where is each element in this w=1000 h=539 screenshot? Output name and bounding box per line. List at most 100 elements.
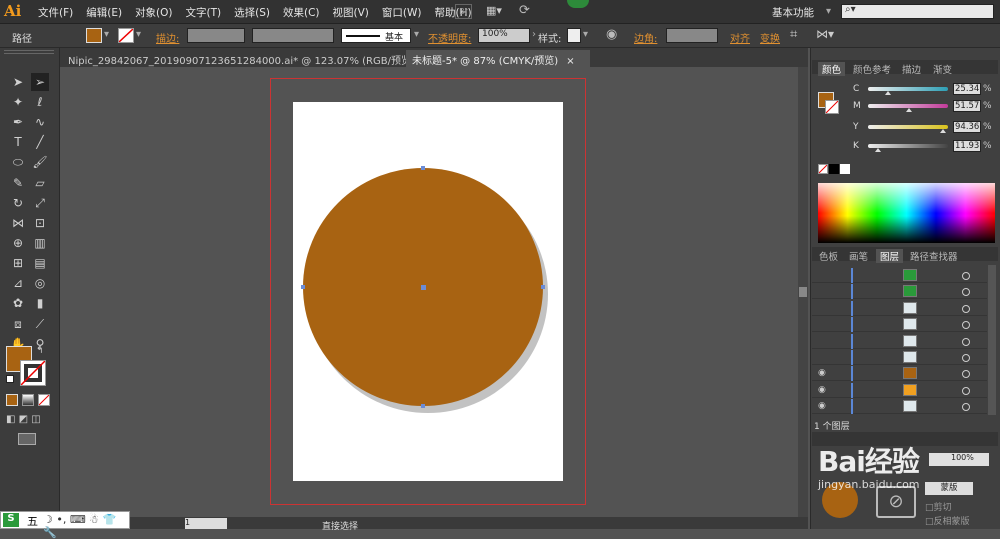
layer-row[interactable] [812, 317, 987, 333]
type-icon[interactable]: T [9, 133, 27, 151]
stroke-weight-field[interactable] [187, 28, 245, 43]
isolate-icon[interactable]: ⌗ [790, 27, 797, 42]
clip-checkbox[interactable]: □剪切 [925, 500, 952, 513]
panel-stroke-swatch[interactable] [825, 100, 839, 114]
eye-icon[interactable]: ◉ [818, 385, 826, 395]
tab-layers[interactable]: 图层 [876, 249, 904, 263]
sogou-icon[interactable]: S [3, 513, 19, 527]
menu-type[interactable]: 文字(T) [186, 5, 222, 20]
opacity-field[interactable]: 100% [478, 28, 530, 43]
layer-row[interactable] [812, 284, 987, 300]
lasso-icon[interactable]: ℓ [31, 93, 49, 111]
target-icon[interactable] [962, 354, 970, 362]
recolor-icon[interactable]: ◉ [606, 27, 617, 42]
arrange-documents-icon[interactable]: ▦▾ [486, 4, 508, 19]
channel-slider[interactable] [868, 125, 948, 129]
align-link[interactable]: 对齐 [730, 30, 750, 45]
direct-select-icon[interactable]: ➢ [31, 73, 49, 91]
black-swatch[interactable] [829, 164, 839, 174]
brush-profile-field[interactable]: 基本 [341, 28, 411, 43]
layer-row[interactable] [812, 350, 987, 365]
vertical-scrollbar[interactable] [798, 67, 808, 517]
shape-builder-icon[interactable]: ⊕ [9, 234, 27, 252]
make-mask-button[interactable]: 蒙版 [925, 482, 973, 495]
slider-thumb[interactable] [874, 148, 881, 152]
corner-label[interactable]: 边角: [634, 30, 657, 45]
scale-icon[interactable]: ⤢ [31, 194, 49, 212]
slider-thumb[interactable] [940, 129, 947, 133]
layer-row[interactable] [812, 268, 987, 283]
transparency-opacity-field[interactable]: 100% [929, 453, 989, 466]
mesh-icon[interactable]: ⊞ [9, 254, 27, 272]
chevron-down-icon[interactable]: ▾ [583, 29, 588, 40]
fill-swatch[interactable] [86, 28, 102, 43]
pen-icon[interactable]: ✒ [9, 113, 27, 131]
color-mode-icon[interactable] [6, 394, 18, 406]
layer-row[interactable] [812, 383, 987, 398]
stroke-label[interactable]: 描边: [156, 30, 179, 45]
paintbrush-icon[interactable]: 🖌 [31, 153, 49, 171]
swap-colors-icon[interactable]: ↰ [36, 346, 44, 356]
anchor-point[interactable] [541, 285, 545, 289]
none-swatch[interactable] [818, 164, 828, 174]
bridge-button[interactable]: Br [455, 4, 472, 19]
chevron-down-icon[interactable]: ▾ [414, 29, 419, 40]
draw-mode-icons[interactable]: ◧ ◩ ◫ [6, 414, 52, 425]
channel-value-input[interactable]: 51.57 [953, 100, 981, 112]
stroke-swatch[interactable] [118, 28, 134, 43]
artboard-number-field[interactable]: 1 [185, 518, 227, 529]
tab-color[interactable]: 颜色 [818, 62, 846, 76]
channel-slider[interactable] [868, 87, 948, 91]
column-graph-icon[interactable]: ▮ [31, 294, 49, 312]
target-icon[interactable] [962, 304, 970, 313]
width-icon[interactable]: ⋈ [9, 214, 27, 232]
slice-icon[interactable]: ⟋ [31, 315, 49, 333]
tab-pathfinder[interactable]: 路径查找器 [906, 249, 962, 263]
ellipse-icon[interactable]: ⬭ [9, 153, 27, 171]
menu-edit[interactable]: 编辑(E) [86, 5, 122, 20]
target-icon[interactable] [962, 272, 970, 280]
eraser-icon[interactable]: ▱ [31, 174, 49, 192]
anchor-point[interactable] [421, 404, 425, 408]
menu-view[interactable]: 视图(V) [333, 5, 369, 20]
tab-swatches[interactable]: 色板 [815, 249, 842, 263]
channel-value-input[interactable]: 25.34 [953, 83, 981, 95]
symbol-sprayer-icon[interactable]: ✿ [9, 294, 27, 312]
channel-value-input[interactable]: 11.93 [953, 140, 981, 152]
layer-row[interactable] [812, 334, 987, 349]
tab-stroke[interactable]: 描边 [898, 62, 925, 76]
slider-thumb[interactable] [885, 91, 892, 95]
tab-gradient[interactable]: 渐变 [929, 62, 956, 76]
stroke-color-swatch[interactable] [20, 360, 46, 386]
center-point[interactable] [421, 285, 426, 290]
chevron-down-icon[interactable]: ▾ [826, 6, 836, 17]
anchor-point[interactable] [421, 166, 425, 170]
artboard-icon[interactable]: ⧈ [9, 315, 27, 333]
menu-select[interactable]: 选择(S) [234, 5, 270, 20]
workspace-switcher[interactable]: 基本功能 [772, 5, 814, 20]
magic-wand-icon[interactable]: ✦ [9, 93, 27, 111]
blend-icon[interactable]: ◎ [31, 274, 49, 292]
menu-file[interactable]: 文件(F) [38, 5, 73, 20]
menu-effect[interactable]: 效果(C) [283, 5, 320, 20]
chevron-down-icon[interactable]: ▾ [104, 29, 109, 40]
document-tab[interactable]: Nipic_29842067_20190907123651284000.ai* … [62, 50, 432, 67]
options-icon[interactable]: ⋈▾ [816, 27, 834, 41]
white-swatch[interactable] [840, 164, 850, 174]
eye-icon[interactable]: ◉ [818, 368, 826, 378]
anchor-point[interactable] [301, 285, 305, 289]
scroll-thumb[interactable] [799, 287, 807, 297]
rotate-icon[interactable]: ↻ [9, 194, 27, 212]
layer-row[interactable] [812, 366, 987, 382]
variable-width-field[interactable] [252, 28, 334, 43]
pencil-icon[interactable]: ✎ [9, 174, 27, 192]
transform-link[interactable]: 变换 [760, 30, 780, 45]
chevron-right-icon[interactable]: › [532, 29, 536, 40]
curvature-icon[interactable]: ∿ [31, 113, 49, 131]
tab-brushes[interactable]: 画笔 [845, 249, 872, 263]
corner-radius-field[interactable] [666, 28, 718, 43]
channel-value-input[interactable]: 94.36 [953, 121, 981, 133]
style-swatch[interactable] [567, 28, 581, 43]
eye-icon[interactable]: ◉ [818, 401, 826, 411]
chevron-down-icon[interactable]: ▾ [136, 29, 141, 40]
